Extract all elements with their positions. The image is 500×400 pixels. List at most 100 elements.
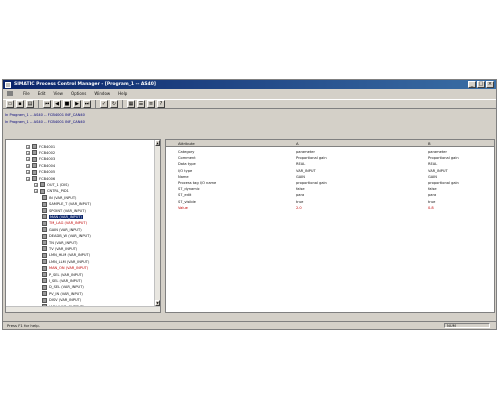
table-row[interactable]: S7_dynamic false false bbox=[166, 186, 494, 192]
block-icon bbox=[32, 176, 37, 181]
menu-file[interactable]: File bbox=[23, 91, 30, 96]
minimize-button[interactable]: _ bbox=[468, 81, 476, 88]
expand-icon[interactable]: + bbox=[26, 176, 30, 181]
column-header-a[interactable]: A bbox=[296, 140, 299, 147]
cell-a: VAR_INPUT bbox=[296, 168, 316, 173]
menu-edit[interactable]: Edit bbox=[38, 91, 46, 96]
horizontal-scrollbar[interactable] bbox=[6, 306, 160, 312]
open-icon[interactable]: ▭ bbox=[6, 100, 14, 108]
detail-icon[interactable]: ☰ bbox=[137, 100, 145, 108]
block-icon bbox=[42, 259, 47, 265]
cell-b: VAR_INPUT bbox=[428, 168, 448, 173]
grid-header: Attribute A B bbox=[166, 140, 494, 147]
tree-item-label: FCB4006 bbox=[39, 176, 56, 181]
tree-item-label: CNTRL_PID1 bbox=[47, 189, 69, 194]
cell-a: para bbox=[296, 193, 305, 198]
expand-icon[interactable]: + bbox=[26, 170, 30, 175]
cell-attr: S7_edit bbox=[178, 193, 192, 198]
block-icon bbox=[42, 297, 47, 303]
close-button[interactable]: × bbox=[486, 81, 494, 88]
toolbar-separator bbox=[122, 100, 123, 108]
tree-item-label: MAN (VAR_INPUT) bbox=[49, 214, 83, 219]
menu-options[interactable]: Options bbox=[71, 91, 86, 96]
table-row[interactable]: Name GAIN GAIN bbox=[166, 174, 494, 180]
cell-attr: I/O type bbox=[178, 168, 193, 173]
expand-icon[interactable]: + bbox=[26, 144, 30, 149]
block-icon bbox=[32, 150, 37, 156]
print-icon[interactable]: ▤ bbox=[26, 100, 34, 108]
block-icon bbox=[42, 240, 47, 245]
attribute-grid[interactable]: Attribute A B Category parameter parameter… bbox=[165, 139, 495, 313]
menu-window[interactable]: Window bbox=[94, 91, 110, 96]
stop-icon[interactable]: ■ bbox=[63, 100, 71, 108]
table-row[interactable]: Value 2.0 0.8 bbox=[166, 205, 494, 211]
tree-item-label: LMN_LLM (VAR_INPUT) bbox=[49, 259, 90, 264]
tree-item-label: P_SEL (VAR_INPUT) bbox=[49, 272, 84, 277]
block-icon bbox=[40, 182, 45, 188]
tree-item-label: TV (VAR_INPUT) bbox=[49, 246, 78, 251]
menu-help[interactable]: Help bbox=[118, 91, 127, 96]
block-icon bbox=[40, 188, 45, 194]
help-icon[interactable]: ? bbox=[157, 100, 165, 108]
tree-item-label: DISV (VAR_INPUT) bbox=[49, 298, 82, 303]
maximize-button[interactable]: □ bbox=[477, 81, 485, 88]
prev-icon[interactable]: ◀ bbox=[53, 100, 61, 108]
window-title: SIMATIC Process Control Manager - [Progr… bbox=[14, 82, 156, 87]
cell-a: 2.0 bbox=[296, 205, 302, 210]
tree-item-label: FCB4003 bbox=[39, 157, 56, 162]
menu-view[interactable]: View bbox=[53, 91, 63, 96]
scroll-up-icon[interactable]: ▲ bbox=[155, 140, 160, 146]
toolbar-separator bbox=[95, 100, 96, 108]
save-icon[interactable]: ▪ bbox=[16, 100, 24, 108]
cell-b: true bbox=[428, 199, 436, 204]
table-row[interactable]: Data type REAL REAL bbox=[166, 161, 494, 167]
block-icon bbox=[42, 220, 47, 226]
block-icon bbox=[42, 265, 47, 271]
last-icon[interactable]: ⏭ bbox=[83, 100, 91, 108]
table-row[interactable]: I/O type VAR_INPUT VAR_INPUT bbox=[166, 168, 494, 174]
tree-item-label: TN (VAR_INPUT) bbox=[49, 240, 78, 245]
title-bar[interactable]: SIMATIC Process Control Manager - [Progr… bbox=[3, 80, 496, 89]
expand-icon[interactable]: + bbox=[34, 189, 38, 194]
next-icon[interactable]: ▶ bbox=[73, 100, 81, 108]
expand-icon[interactable]: + bbox=[26, 150, 30, 155]
tree-item-label: SAMPLE_T (VAR_INPUT) bbox=[49, 202, 92, 207]
cell-attr: Comment bbox=[178, 156, 196, 161]
list-icon[interactable]: ≡ bbox=[147, 100, 155, 108]
block-icon bbox=[42, 284, 47, 290]
block-icon bbox=[42, 278, 47, 284]
check-icon[interactable]: ✓ bbox=[100, 100, 108, 108]
tree-item-label: FCB4001 bbox=[39, 144, 56, 149]
table-row[interactable]: Category parameter parameter bbox=[166, 149, 494, 155]
table-row[interactable]: S7_visible true true bbox=[166, 199, 494, 205]
path-line-1: In Program_1 -- AS40 -- FCB4001 INF_CAN4… bbox=[5, 113, 85, 117]
refresh-icon[interactable]: ↻ bbox=[110, 100, 118, 108]
document-icon bbox=[7, 91, 13, 96]
status-indicator: NUM bbox=[444, 323, 490, 328]
cell-a: Proportional gain bbox=[296, 156, 327, 161]
view-icon[interactable]: ▦ bbox=[127, 100, 135, 108]
tree-item-label: FCB4005 bbox=[39, 170, 56, 175]
block-icon bbox=[32, 163, 37, 169]
cell-b: parameter bbox=[428, 150, 447, 154]
column-header-b[interactable]: B bbox=[428, 140, 431, 147]
table-row[interactable]: Comment Proportional gain Proportional gai… bbox=[166, 155, 494, 161]
cell-b: REAL bbox=[428, 162, 438, 167]
block-icon bbox=[32, 156, 37, 162]
menu-bar: File Edit View Options Window Help bbox=[3, 90, 496, 97]
tree-view[interactable]: + FCB4001 + FCB4002 + FCB4003 + FCB4004 + FCB4005… bbox=[5, 139, 161, 313]
block-icon bbox=[32, 144, 37, 149]
first-icon[interactable]: ⏮ bbox=[43, 100, 51, 108]
table-row[interactable]: S7_edit para para bbox=[166, 192, 494, 198]
app-window: SIMATIC Process Control Manager - [Progr… bbox=[2, 79, 497, 330]
block-icon bbox=[42, 195, 47, 201]
cell-a: REAL bbox=[296, 162, 306, 167]
table-row[interactable]: Process tag I/O name proportional gain pro… bbox=[166, 180, 494, 186]
cell-attr: Process tag I/O name bbox=[178, 181, 217, 185]
column-header-attribute[interactable]: Attribute bbox=[178, 140, 195, 147]
tree-item-label: FCB4004 bbox=[39, 163, 56, 168]
vertical-scrollbar[interactable]: ▲ ▼ bbox=[154, 140, 160, 312]
expand-icon[interactable]: + bbox=[26, 157, 30, 162]
expand-icon[interactable]: + bbox=[34, 182, 38, 187]
expand-icon[interactable]: + bbox=[26, 163, 30, 168]
